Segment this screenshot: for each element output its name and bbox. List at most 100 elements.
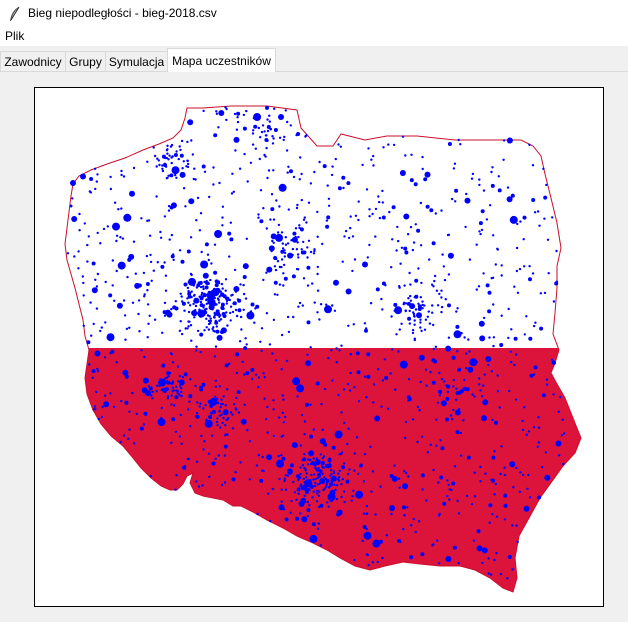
participant-marker <box>494 263 497 266</box>
participant-marker <box>242 292 246 296</box>
participant-marker <box>290 499 293 503</box>
participant-marker <box>344 229 348 233</box>
participant-marker <box>472 539 476 542</box>
participant-marker <box>286 120 289 124</box>
participant-marker <box>115 239 118 243</box>
participant-marker <box>242 308 245 311</box>
participant-marker <box>71 197 74 200</box>
participant-marker <box>91 376 94 379</box>
participant-marker <box>99 242 102 245</box>
participant-marker <box>250 367 255 372</box>
participant-marker <box>140 217 143 220</box>
flag-white-half <box>65 106 581 348</box>
participant-marker <box>340 344 343 347</box>
participant-marker <box>281 411 284 414</box>
participant-marker <box>209 317 212 320</box>
participant-marker <box>283 135 286 139</box>
participant-marker <box>100 326 104 329</box>
participant-marker <box>349 215 352 218</box>
participant-marker <box>152 146 155 149</box>
participant-marker <box>226 324 229 327</box>
participant-marker <box>224 278 228 281</box>
participant-marker <box>328 457 331 460</box>
participant-marker <box>202 285 205 288</box>
participant-marker <box>205 279 208 283</box>
participant-marker <box>314 464 317 467</box>
participant-marker <box>303 433 306 436</box>
participant-marker <box>527 473 530 477</box>
participant-marker <box>280 265 283 269</box>
participant-marker <box>267 169 271 172</box>
participant-marker <box>314 477 317 481</box>
participant-marker <box>536 445 539 448</box>
participant-marker <box>342 388 346 391</box>
participant-marker <box>318 490 321 493</box>
participant-marker <box>540 465 544 469</box>
participant-marker <box>552 393 555 396</box>
menu-item-plik[interactable]: Plik <box>5 29 24 43</box>
participant-marker <box>200 296 203 299</box>
participant-marker <box>213 270 218 275</box>
participant-marker <box>506 196 513 203</box>
participant-marker <box>298 500 305 507</box>
tab-zawodnicy[interactable]: Zawodnicy <box>0 51 66 71</box>
participant-marker <box>214 230 223 238</box>
participant-marker <box>276 293 279 296</box>
participant-marker <box>281 456 286 461</box>
participant-marker <box>411 331 415 335</box>
participant-marker <box>263 397 266 400</box>
participant-marker <box>245 343 248 346</box>
participant-marker <box>516 540 519 544</box>
participant-marker <box>266 266 273 273</box>
participant-marker <box>169 173 174 178</box>
participant-marker <box>205 317 208 320</box>
participant-marker <box>416 228 421 233</box>
participant-marker <box>242 263 249 270</box>
participant-marker <box>265 271 268 274</box>
participant-marker <box>436 401 440 404</box>
participant-marker <box>301 304 304 307</box>
participant-marker <box>443 278 447 282</box>
participant-marker <box>237 411 241 414</box>
participant-marker <box>103 394 107 397</box>
participant-marker <box>86 340 91 345</box>
participant-marker <box>293 491 297 494</box>
participant-marker <box>485 283 490 288</box>
participant-marker <box>311 496 314 499</box>
participant-marker <box>503 518 506 521</box>
participant-marker <box>543 195 548 200</box>
participant-marker <box>515 353 518 356</box>
participant-marker <box>170 441 173 444</box>
participant-marker <box>326 184 329 187</box>
participant-marker <box>506 186 510 189</box>
participant-marker <box>314 484 317 488</box>
participant-marker <box>509 215 518 224</box>
tab-mapa-uczestnikow[interactable]: Mapa uczestników <box>167 48 276 72</box>
participant-marker <box>515 466 518 470</box>
participant-marker <box>117 261 126 270</box>
participant-marker <box>349 226 352 230</box>
participant-marker <box>407 378 411 381</box>
participant-marker <box>426 315 429 318</box>
participant-marker <box>316 210 319 214</box>
participant-marker <box>389 505 395 512</box>
participant-marker <box>158 163 161 167</box>
participant-marker <box>277 223 281 227</box>
participant-marker <box>175 389 178 392</box>
participant-marker <box>236 111 241 116</box>
participant-marker <box>409 225 413 229</box>
participant-marker <box>391 205 396 210</box>
participant-marker <box>313 248 316 251</box>
participant-marker <box>309 403 312 406</box>
participant-marker <box>463 378 466 382</box>
tab-grupy[interactable]: Grupy <box>65 51 106 71</box>
participant-marker <box>289 124 292 127</box>
participant-marker <box>273 280 278 285</box>
participant-marker <box>201 484 204 487</box>
participant-marker <box>135 412 138 416</box>
tab-symulacja[interactable]: Symulacja <box>105 51 168 71</box>
participant-marker <box>169 352 173 355</box>
participant-marker <box>473 471 476 474</box>
participant-marker <box>219 318 223 321</box>
participant-marker <box>188 296 192 299</box>
